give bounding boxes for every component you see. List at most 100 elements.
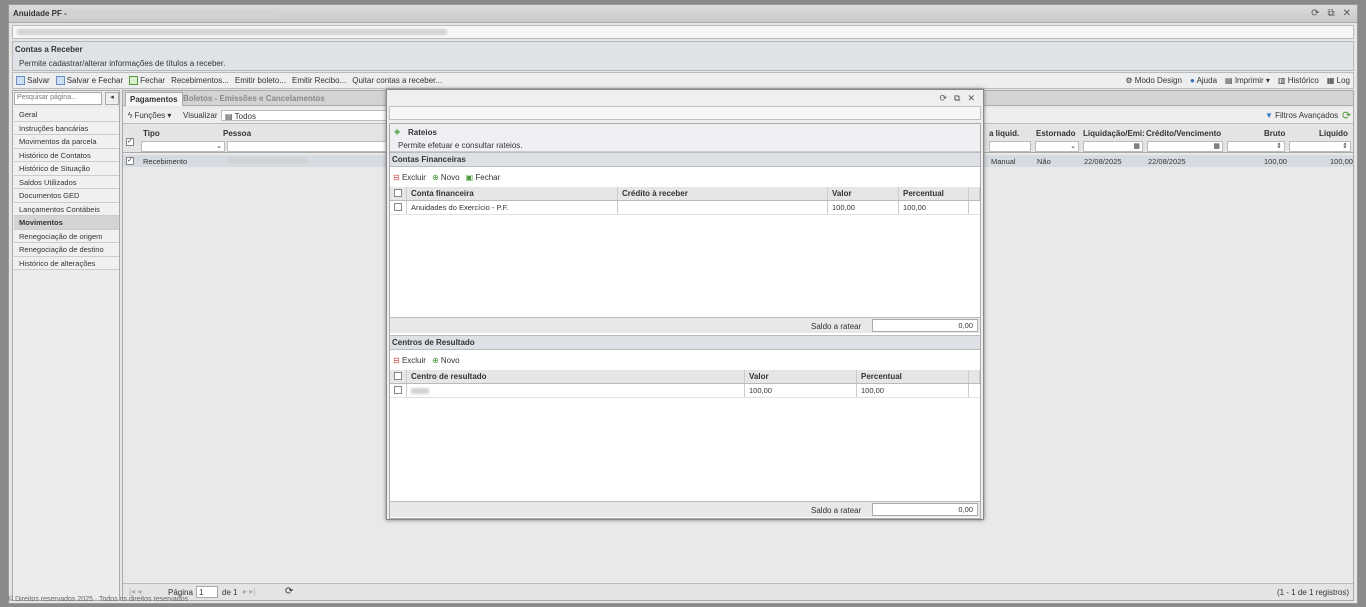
recebimentos-button[interactable]: Recebimentos... <box>171 76 229 85</box>
centros-saldo-label: Saldo a ratear <box>811 506 862 515</box>
modo-design-button[interactable]: ⚙ Modo Design <box>1125 76 1182 85</box>
sidebar-item-reneg-destino[interactable]: Renegociação de destino <box>14 243 119 257</box>
col-valor[interactable]: Valor <box>745 370 857 383</box>
col-conta-financeira[interactable]: Conta financeira <box>407 187 618 200</box>
cell-liquido: 100,00 <box>1330 157 1353 166</box>
sidebar-item-movimentos-parcela[interactable]: Movimentos da parcela <box>14 135 119 149</box>
dialog-popout-icon[interactable]: ⧉ <box>954 93 960 104</box>
col-pessoa[interactable]: Pessoa <box>223 129 251 138</box>
sidebar-item-movimentos[interactable]: Movimentos <box>14 216 119 230</box>
close-button[interactable]: Fechar <box>129 76 165 86</box>
emitir-boleto-button[interactable]: Emitir boleto... <box>235 76 286 85</box>
col-valor[interactable]: Valor <box>828 187 899 200</box>
dialog-close-icon[interactable]: ✕ <box>967 93 975 104</box>
pager: |◂ ◂ Página 1 de 1 ▸ ▸| ⟳ (1 - 1 de 1 re… <box>123 583 1353 600</box>
page-input[interactable]: 1 <box>196 586 218 598</box>
window-title: Anuidade PF - <box>13 9 67 18</box>
centros-excluir-button[interactable]: ⊟ Excluir <box>393 356 426 365</box>
table-row[interactable]: Anuidades do Exercício - P.F. 100,00 100… <box>390 201 980 215</box>
sidebar-item-geral[interactable]: Geral <box>14 108 119 122</box>
sidebar-item-lancamentos[interactable]: Lançamentos Contábeis <box>14 202 119 216</box>
log-button[interactable]: ▦ Log <box>1327 76 1350 85</box>
col-centro-resultado[interactable]: Centro de resultado <box>407 370 745 383</box>
popout-icon[interactable]: ⧉ <box>1327 8 1334 19</box>
contas-select-all[interactable] <box>390 187 407 200</box>
save-close-button[interactable]: Salvar e Fechar <box>55 76 123 86</box>
centros-grid: Centro de resultado Valor Percentual 100… <box>390 370 980 398</box>
row-checkbox[interactable]: ✓ <box>126 157 134 165</box>
dialog-refresh-icon[interactable]: ⟳ <box>939 93 947 104</box>
historico-button[interactable]: ▥ Histórico <box>1278 76 1319 85</box>
filter-credito[interactable]: ▦ <box>1147 141 1223 152</box>
quitar-button[interactable]: Quitar contas a receber... <box>352 76 442 85</box>
contas-excluir-button[interactable]: ⊟ Excluir <box>393 173 426 182</box>
col-percentual[interactable]: Percentual <box>857 370 969 383</box>
footer-text: © Direitos reservados 2025 · Todos os di… <box>8 596 189 603</box>
filtros-label: Filtros Avançados <box>1275 111 1339 120</box>
pager-refresh-icon[interactable]: ⟳ <box>285 586 293 597</box>
delete-icon: ⊟ <box>393 355 402 365</box>
save-button[interactable]: Salvar <box>16 76 50 86</box>
filter-liquidacao[interactable]: ▦ <box>1083 141 1143 152</box>
log-icon: ▦ <box>1326 76 1337 85</box>
add-icon: ⊕ <box>431 172 441 182</box>
contas-toolbar: ⊟ Excluir ⊕ Novo ▣ Fechar <box>390 169 980 185</box>
collapse-sidebar-icon[interactable]: ◂ <box>105 92 119 105</box>
page-header: Contas a Receber Permite cadastrar/alter… <box>12 41 1354 71</box>
col-credito[interactable]: Crédito/Vencimento <box>1146 129 1221 138</box>
gear-icon: ⚙ <box>1125 76 1135 85</box>
centros-novo-button[interactable]: ⊕ Novo <box>432 356 460 365</box>
pager-first-icon[interactable]: |◂ ◂ <box>129 587 141 596</box>
modo-design-label: Modo Design <box>1134 76 1182 85</box>
col-credito-receber[interactable]: Crédito à receber <box>618 187 828 200</box>
page-title: Contas a Receber <box>15 45 83 54</box>
col-tipo[interactable]: Tipo <box>143 129 160 138</box>
col-bruto[interactable]: Bruto <box>1264 129 1285 138</box>
contas-novo-label: Novo <box>440 172 460 182</box>
col-liquid[interactable]: a liquid. <box>989 129 1019 138</box>
ajuda-button[interactable]: ● Ajuda <box>1190 76 1217 85</box>
filter-pessoa[interactable] <box>227 141 397 152</box>
emitir-recibo-button[interactable]: Emitir Recibo... <box>292 76 346 85</box>
filter-tipo[interactable]: ⌄ <box>141 141 225 152</box>
sidebar-item-saldos[interactable]: Saldos Utilizados <box>14 175 119 189</box>
col-percentual[interactable]: Percentual <box>899 187 969 200</box>
sidebar-item-instrucoes[interactable]: Instruções bancárias <box>14 121 119 135</box>
sidebar-item-documentos[interactable]: Documentos GED <box>14 189 119 203</box>
tab-boletos[interactable]: Boletos - Emissões e Cancelamentos <box>179 92 329 106</box>
filtros-avancados-button[interactable]: ▼ Filtros Avançados <box>1265 111 1338 120</box>
refresh-icon[interactable]: ⟳ <box>1311 8 1319 19</box>
filter-bruto[interactable]: ⇕ <box>1227 141 1285 152</box>
pager-records: (1 - 1 de 1 registros) <box>1276 588 1349 597</box>
col-liquidacao[interactable]: Liquidação/Emi: <box>1083 129 1145 138</box>
pager-next-icon[interactable]: ▸ ▸| <box>243 587 255 596</box>
col-estornado[interactable]: Estornado <box>1036 129 1076 138</box>
cell-liquidacao: 22/08/2025 <box>1084 157 1122 166</box>
sidebar-item-reneg-origem[interactable]: Renegociação de origem <box>14 229 119 243</box>
dialog-controls: ⟳ ⧉ ✕ <box>939 93 975 104</box>
refresh-grid-icon[interactable]: ⟳ <box>1342 109 1351 122</box>
sidebar-item-historico-alteracoes[interactable]: Histórico de alterações <box>14 256 119 270</box>
printer-icon: ▤ <box>1225 76 1235 85</box>
filter-liquido[interactable]: ⇕ <box>1289 141 1351 152</box>
contas-excluir-label: Excluir <box>401 172 426 182</box>
contas-fechar-button[interactable]: ▣ Fechar <box>466 173 501 182</box>
sidebar-item-historico-contatos[interactable]: Histórico de Contatos <box>14 148 119 162</box>
tab-pagamentos[interactable]: Pagamentos <box>125 92 183 106</box>
close-icon[interactable]: ✕ <box>1343 8 1351 19</box>
centros-select-all[interactable] <box>390 370 407 383</box>
dialog-address-bar <box>389 106 981 120</box>
sidebar-item-historico-situacao[interactable]: Histórico de Situação <box>14 162 119 176</box>
funcoes-menu[interactable]: ϟ Funções ▾ <box>128 111 171 120</box>
select-all-checkbox[interactable]: ✓ <box>126 138 134 146</box>
col-liquido[interactable]: Líquido <box>1319 129 1348 138</box>
visualizar-select[interactable]: ▤ Todos <box>221 110 391 121</box>
filter-liquid[interactable] <box>989 141 1031 152</box>
filter-estornado[interactable]: ⌄ <box>1035 141 1079 152</box>
imprimir-button[interactable]: ▤ Imprimir ▾ <box>1225 76 1270 85</box>
sidebar-search-input[interactable]: Pesquisar página... <box>14 92 102 105</box>
table-row[interactable]: 100,00 100,00 <box>390 384 980 398</box>
row-checkbox[interactable] <box>390 384 407 397</box>
contas-novo-button[interactable]: ⊕ Novo <box>432 173 460 182</box>
row-checkbox[interactable] <box>390 201 407 214</box>
